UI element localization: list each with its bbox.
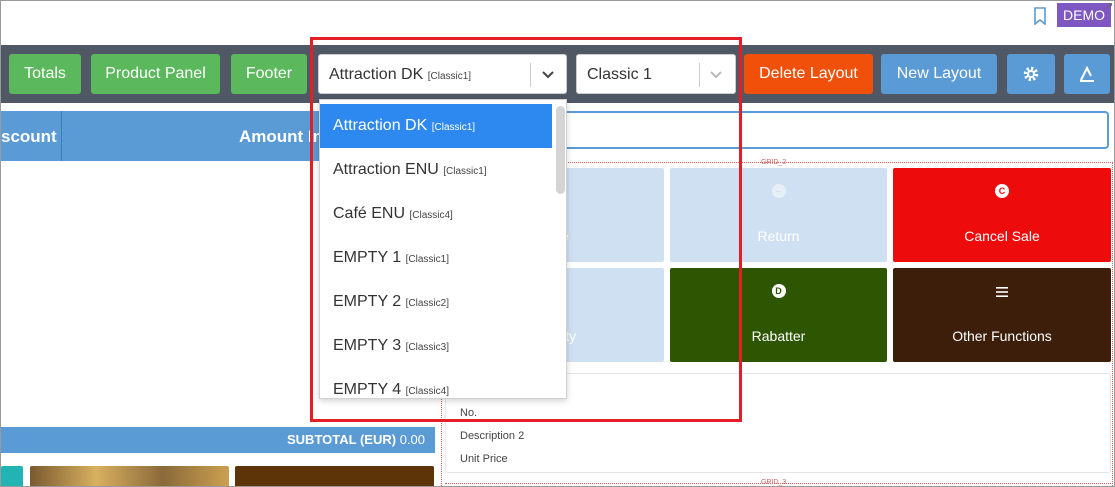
product-tile[interactable] [1, 466, 23, 486]
pos-layout-editor: DEMO ↗ Totals Product Panel Footer Attra… [0, 0, 1115, 487]
highlight-box [310, 37, 742, 422]
d-circle-icon: D [771, 284, 786, 298]
settings-button[interactable] [1007, 54, 1055, 94]
demo-badge: DEMO [1057, 3, 1111, 27]
discount-column-header: scount [1, 127, 57, 146]
edit-button[interactable] [1064, 54, 1110, 94]
c-circle-icon: C [995, 184, 1009, 198]
grid-boundary [1112, 162, 1113, 486]
menu-icon [996, 287, 1008, 297]
tile-label: Other Functions [952, 328, 1052, 344]
cancel-sale-tile[interactable]: C Cancel Sale [893, 168, 1111, 262]
info-unit-price: Unit Price [460, 453, 508, 465]
pen-icon [1080, 65, 1094, 82]
grid-label: GRID_2 [761, 159, 787, 166]
product-tile[interactable] [235, 466, 434, 486]
corner-arrow-icon: ↗ [1105, 1, 1114, 12]
gear-icon [1023, 66, 1039, 82]
product-panel-button[interactable]: Product Panel [91, 54, 220, 94]
column-divider [61, 111, 62, 161]
other-functions-tile[interactable]: Other Functions [893, 268, 1111, 362]
tile-label: Cancel Sale [964, 228, 1040, 244]
bookmark-icon[interactable] [1033, 7, 1047, 25]
delete-layout-button[interactable]: Delete Layout [744, 54, 873, 94]
footer-button[interactable]: Footer [231, 54, 307, 94]
info-description-2: Description 2 [460, 430, 525, 442]
subtotal-text: SUBTOTAL (EUR) 0.00 [287, 432, 425, 447]
product-image-tile[interactable] [30, 466, 229, 486]
totals-button[interactable]: Totals [9, 54, 81, 94]
new-layout-button[interactable]: New Layout [881, 54, 997, 94]
subtotal-bar: SUBTOTAL (EUR) 0.00 [1, 427, 435, 453]
minus-circle-icon: – [771, 184, 786, 198]
grid-label: GRID_3 [761, 479, 787, 486]
